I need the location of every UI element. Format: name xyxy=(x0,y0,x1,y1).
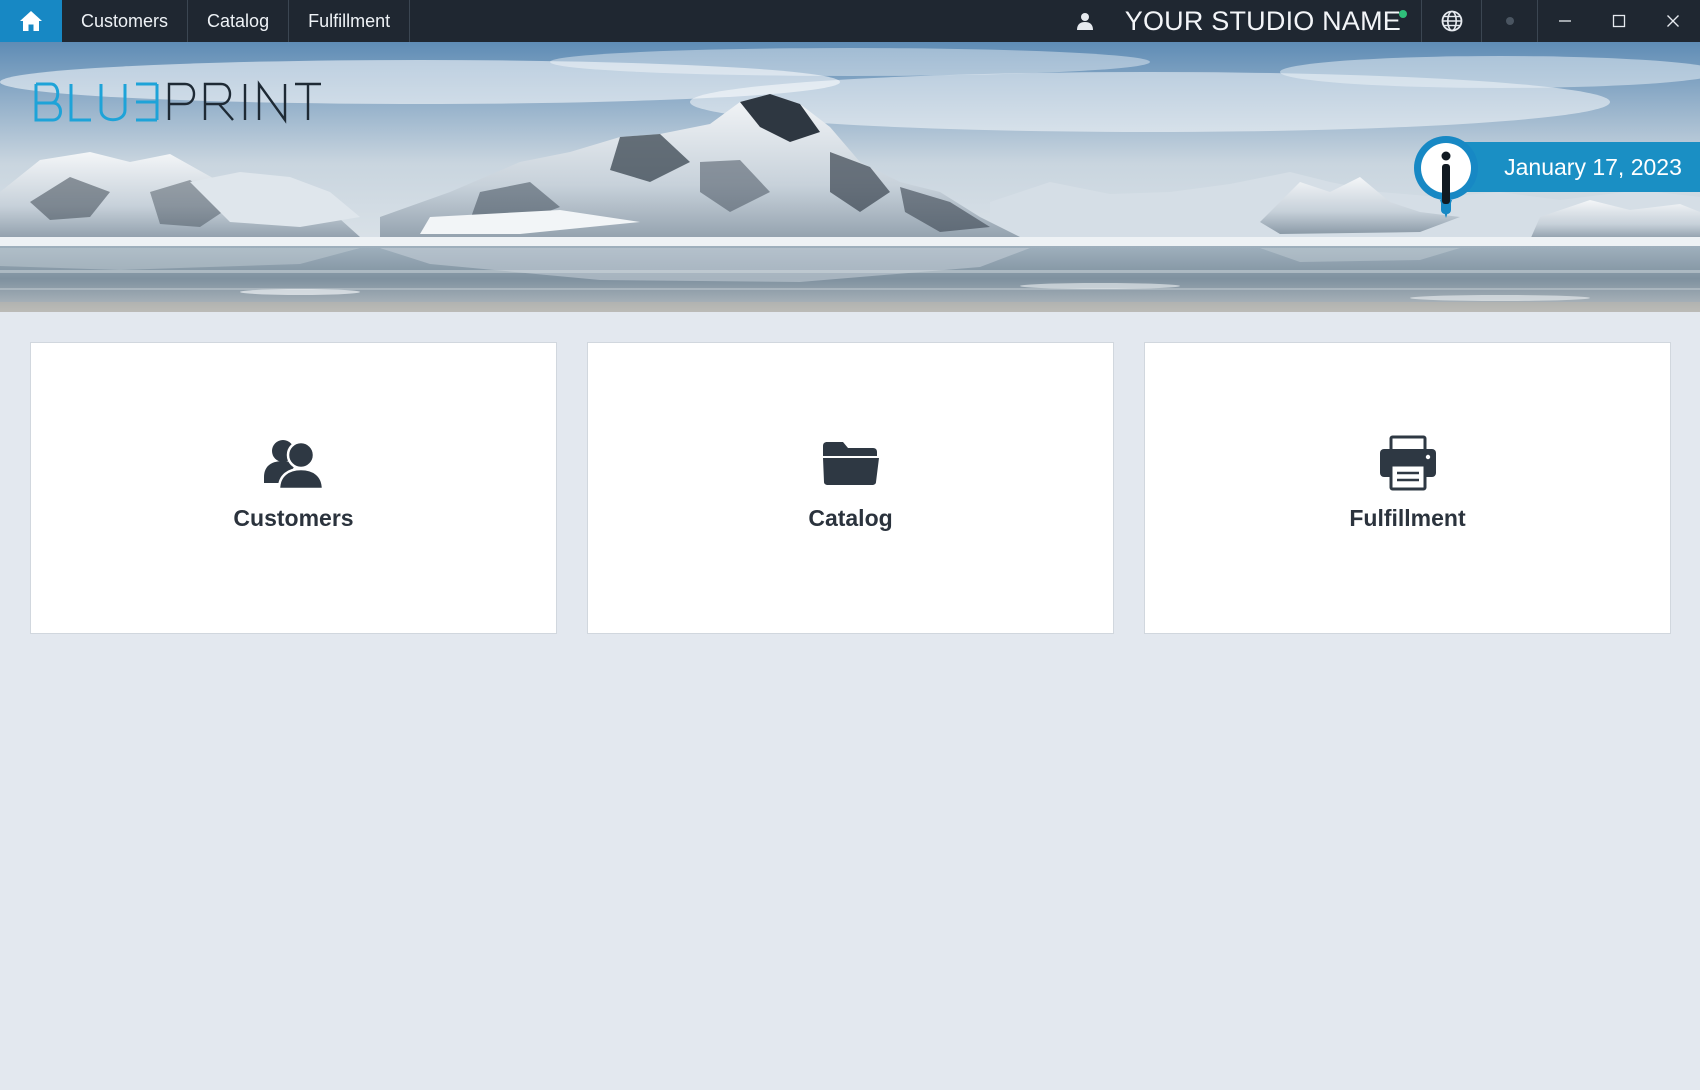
close-button[interactable] xyxy=(1646,0,1700,42)
current-date: January 17, 2023 xyxy=(1504,153,1682,180)
card-label: Fulfillment xyxy=(1349,505,1466,531)
online-status-dot xyxy=(1399,10,1407,18)
nav-tab-label: Catalog xyxy=(207,10,270,31)
sync-status xyxy=(1482,0,1538,42)
sync-status-dot xyxy=(1505,17,1514,25)
user-button[interactable] xyxy=(1059,0,1111,42)
customers-card[interactable]: Customers xyxy=(30,342,557,634)
date-badge: January 17, 2023 xyxy=(1460,142,1700,192)
nav-tab-label: Fulfillment xyxy=(308,10,391,31)
blueprint-logo xyxy=(33,78,323,126)
users-icon xyxy=(263,435,325,491)
language-button[interactable] xyxy=(1422,0,1482,42)
close-icon xyxy=(1667,15,1679,27)
nav-tab-fulfillment[interactable]: Fulfillment xyxy=(289,0,411,42)
fulfillment-card[interactable]: Fulfillment xyxy=(1144,342,1671,634)
studio-name[interactable]: YOUR STUDIO NAME xyxy=(1111,0,1422,42)
minimize-button[interactable] xyxy=(1538,0,1592,42)
nav-tab-label: Customers xyxy=(81,10,169,31)
title-bar: Customers Catalog Fulfillment YOUR STUDI… xyxy=(0,0,1700,42)
printer-icon xyxy=(1377,435,1439,491)
card-label: Customers xyxy=(233,505,354,531)
titlebar-spacer xyxy=(410,0,1059,42)
info-pin-button[interactable] xyxy=(1412,134,1480,220)
nav-tab-customers[interactable]: Customers xyxy=(62,0,189,42)
maximize-icon xyxy=(1612,14,1626,28)
nav-tab-catalog[interactable]: Catalog xyxy=(188,0,290,42)
module-cards: Customers Catalog Fulfillment xyxy=(30,342,1671,634)
hero-banner: January 17, 2023 xyxy=(0,42,1700,312)
info-icon xyxy=(1414,136,1478,218)
user-icon xyxy=(1076,13,1093,30)
home-icon xyxy=(20,11,42,31)
maximize-button[interactable] xyxy=(1592,0,1646,42)
studio-name-text: YOUR STUDIO NAME xyxy=(1124,5,1401,36)
card-label: Catalog xyxy=(808,505,893,531)
globe-icon xyxy=(1441,10,1462,32)
minimize-icon xyxy=(1559,20,1571,22)
home-button[interactable] xyxy=(0,0,62,42)
catalog-card[interactable]: Catalog xyxy=(587,342,1114,634)
folder-icon xyxy=(820,435,882,491)
